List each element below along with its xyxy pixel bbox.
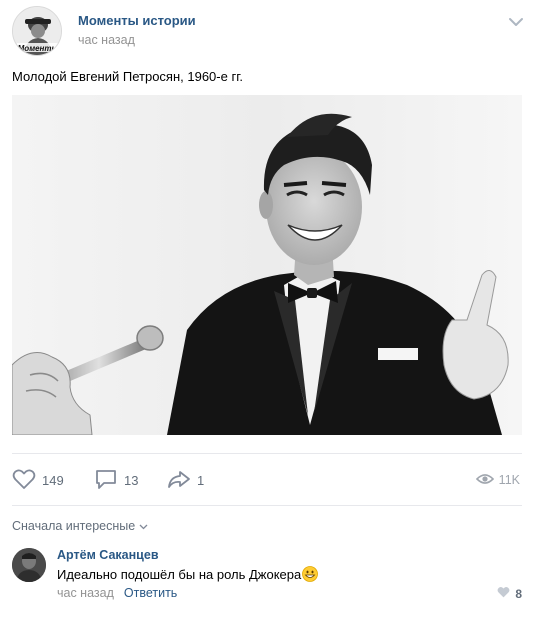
comments-sort[interactable]: Сначала интересные [12, 519, 148, 533]
post-time[interactable]: час назад [78, 33, 135, 47]
grinning-emoji-icon [302, 566, 319, 582]
comment-like-button[interactable]: 8 [497, 586, 522, 601]
comment-meta: час назад Ответить [57, 586, 177, 600]
heart-icon [497, 586, 510, 601]
heart-icon [12, 468, 36, 493]
post-actions: 149 13 1 11K [12, 467, 526, 493]
group-name[interactable]: Моменты истории [78, 13, 196, 28]
share-button[interactable]: 1 [167, 467, 204, 493]
group-avatar[interactable]: Моменты [12, 6, 62, 56]
post-text: Молодой Евгений Петросян, 1960-е гг. [12, 69, 243, 84]
group-avatar-logo-text: Моменты [17, 44, 59, 53]
comment-text-content: Идеально подошёл бы на роль Джокера [57, 566, 302, 582]
like-count: 149 [42, 472, 64, 488]
share-count: 1 [197, 472, 205, 488]
share-icon [167, 468, 191, 493]
divider [12, 453, 522, 454]
views-counter: 11K [475, 467, 520, 493]
reply-button[interactable]: Ответить [124, 586, 177, 600]
comment-author-name[interactable]: Артём Саканцев [57, 548, 159, 562]
post-photo[interactable] [12, 95, 522, 435]
comments-sort-label: Сначала интересные [12, 519, 136, 533]
comment-button[interactable]: 13 [94, 467, 138, 493]
views-count: 11K [498, 473, 520, 487]
divider [12, 505, 522, 506]
comment-time[interactable]: час назад [57, 586, 114, 600]
post-header: Моменты Моменты истории час назад [12, 6, 526, 56]
comment-text: Идеально подошёл бы на роль Джокера [57, 566, 319, 582]
comment-count: 13 [124, 472, 139, 488]
comment-icon [94, 468, 118, 493]
eye-icon [475, 472, 494, 489]
comment-like-count: 8 [515, 586, 522, 601]
chevron-down-icon[interactable] [506, 12, 526, 32]
comment-author-avatar[interactable] [12, 548, 46, 582]
photo-image [12, 95, 522, 435]
like-button[interactable]: 149 [12, 467, 64, 493]
chevron-down-icon [139, 519, 148, 533]
